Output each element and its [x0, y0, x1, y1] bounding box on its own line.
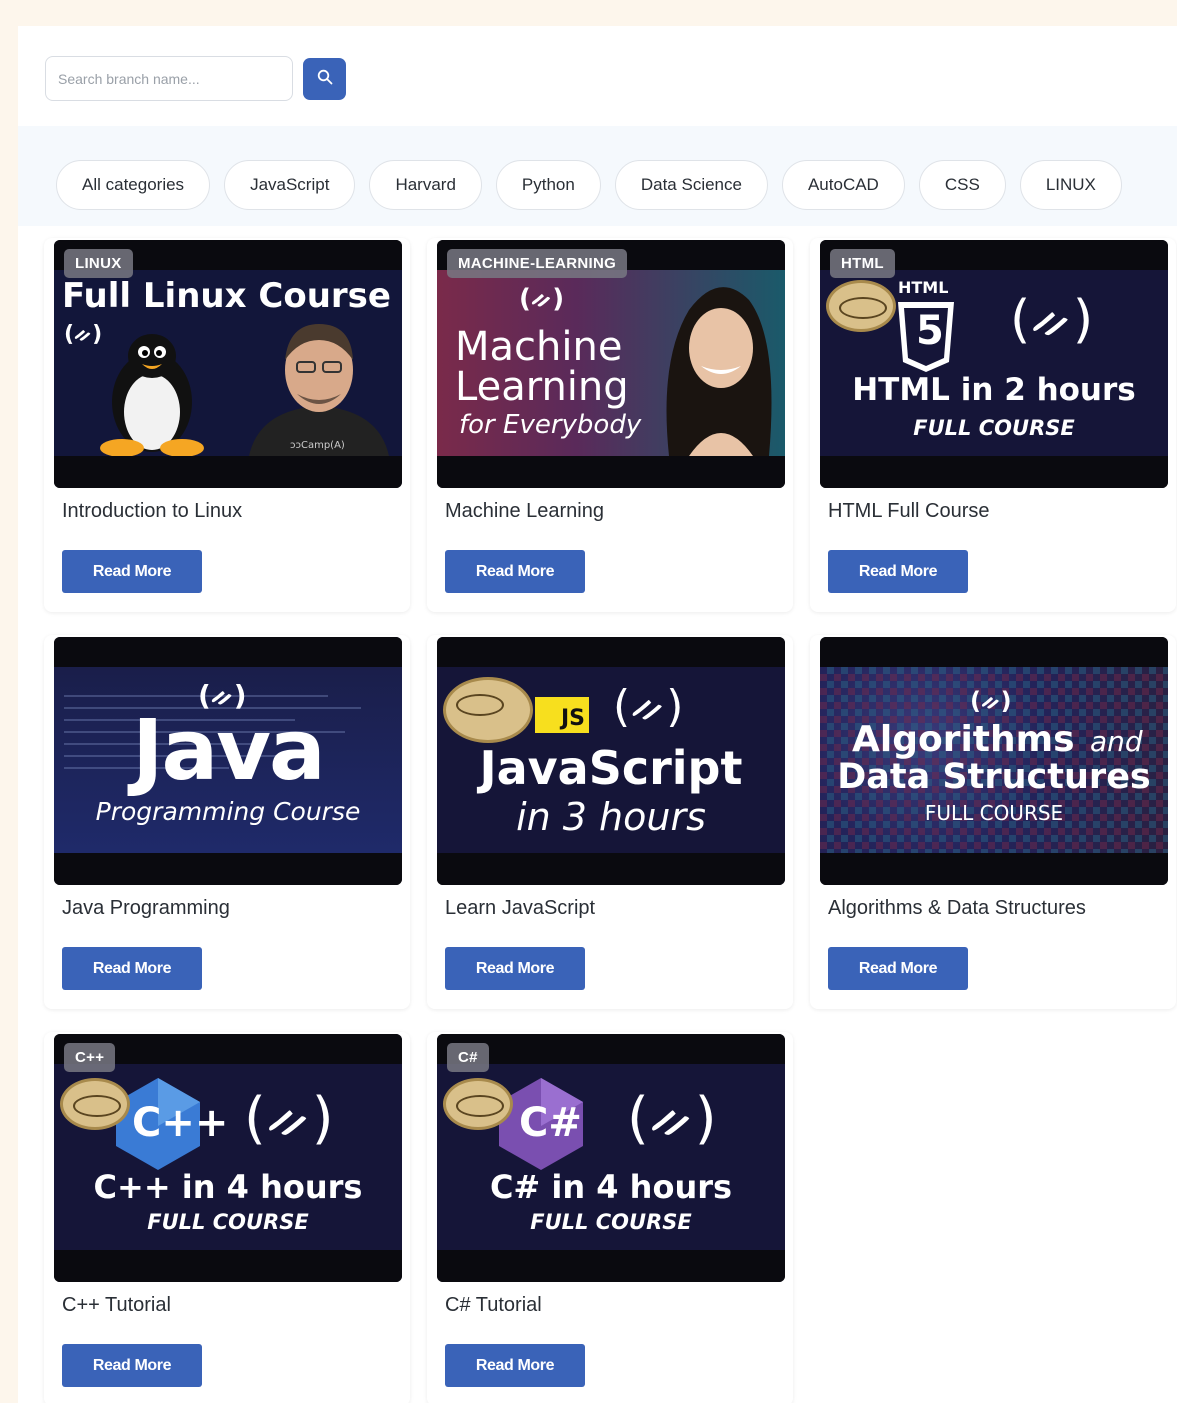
thumb-line-and: and [1090, 725, 1143, 758]
search-button[interactable] [303, 57, 346, 100]
course-title: Learn JavaScript [445, 897, 596, 919]
category-chips: All categories JavaScript Harvard Python… [56, 160, 1122, 210]
penguin-icon [100, 334, 204, 456]
course-thumbnail[interactable]: HTML 5 (ᨀ) HTML in 2 hours FULL COURSE H… [820, 240, 1168, 488]
thumb-subheading: in 3 hours [516, 795, 706, 839]
course-card-csharp: C# (ᨀ) C# in 4 hours FULL COURSE C# C# T… [427, 1032, 793, 1403]
js-logo-text: JS [560, 706, 585, 731]
thumb-line-3: for Everybody [459, 410, 642, 440]
course-title: Machine Learning [445, 500, 604, 522]
course-thumbnail[interactable]: JS (ᨀ) JavaScript in 3 hours [437, 637, 785, 885]
course-title: Java Programming [62, 897, 230, 919]
thumb-logo: (ᨀ) [970, 687, 1012, 715]
million-views-seal-icon [60, 1078, 130, 1130]
read-more-button[interactable]: Read More [828, 947, 968, 990]
course-card-html: HTML 5 (ᨀ) HTML in 2 hours FULL COURSE H… [810, 238, 1176, 612]
category-badge: MACHINE-LEARNING [447, 249, 628, 278]
thumb-subheading: FULL COURSE [913, 416, 1075, 440]
category-badge: LINUX [64, 249, 133, 278]
instructor-photo [666, 287, 772, 456]
category-filter-bar: All categories JavaScript Harvard Python… [18, 126, 1177, 226]
course-thumbnail[interactable]: Full Linux Course (ᨀ) ɔɔCamp(A) LINUX [54, 240, 402, 488]
category-badge: HTML [830, 249, 895, 278]
thumb-heading: Java [132, 701, 325, 799]
thumb-logo: (ᨀ) [244, 1086, 334, 1151]
main-panel: All categories JavaScript Harvard Python… [18, 26, 1177, 1403]
course-card-linux: Full Linux Course (ᨀ) ɔɔCamp(A) LINUX In… [44, 238, 410, 612]
thumb-subheading: FULL COURSE [924, 801, 1064, 825]
search-bar [45, 56, 346, 101]
thumb-logo: (ᨀ) [627, 1086, 717, 1151]
course-title: C++ Tutorial [62, 1294, 171, 1316]
instructor-photo [249, 324, 389, 456]
js-logo-icon: JS [535, 697, 589, 733]
category-badge: C# [447, 1043, 489, 1072]
read-more-button[interactable]: Read More [445, 947, 585, 990]
thumb-tag: HTML [898, 278, 949, 297]
thumb-line-2: Learning [455, 364, 629, 410]
thumb-caption: ɔɔCamp(A) [290, 440, 345, 451]
thumb-subheading: FULL COURSE [147, 1210, 309, 1234]
category-chip-data-science[interactable]: Data Science [614, 160, 768, 210]
category-chip-all[interactable]: All categories [56, 160, 211, 210]
thumb-icon-text: C++ [132, 1100, 229, 1146]
search-input[interactable] [45, 56, 293, 101]
thumb-line-1: Algorithms [852, 719, 1075, 760]
category-chip-python[interactable]: Python [495, 160, 601, 210]
thumb-heading: JavaScript [479, 741, 743, 795]
category-chip-autocad[interactable]: AutoCAD [781, 160, 905, 210]
course-card-cpp: C++ (ᨀ) C++ in 4 hours FULL COURSE C++ C… [44, 1032, 410, 1403]
course-thumbnail[interactable]: (ᨀ) Algorithms and Data Structures FULL … [820, 637, 1168, 885]
course-card-java: (ᨀ) Java Programming Course Java Program… [44, 635, 410, 1009]
million-views-seal-icon [443, 1078, 513, 1130]
course-card-javascript: JS (ᨀ) JavaScript in 3 hours Learn JavaS… [427, 635, 793, 1009]
thumb-logo: (ᨀ) [519, 284, 565, 314]
category-chip-javascript[interactable]: JavaScript [224, 160, 356, 210]
read-more-button[interactable]: Read More [62, 550, 202, 593]
course-title: Algorithms & Data Structures [828, 897, 1086, 919]
million-views-seal-icon [443, 677, 533, 743]
course-thumbnail[interactable]: (ᨀ) Machine Learning for Everybody MACHI… [437, 240, 785, 488]
thumb-heading: HTML in 2 hours [852, 372, 1136, 408]
read-more-button[interactable]: Read More [828, 550, 968, 593]
search-icon [317, 69, 333, 88]
course-card-algorithms: (ᨀ) Algorithms and Data Structures FULL … [810, 635, 1176, 1009]
course-title: HTML Full Course [828, 500, 990, 522]
read-more-button[interactable]: Read More [62, 1344, 202, 1387]
course-title: Introduction to Linux [62, 500, 243, 522]
thumb-shield-number: 5 [916, 308, 944, 354]
thumb-heading: C# in 4 hours [489, 1168, 733, 1206]
read-more-button[interactable]: Read More [445, 550, 585, 593]
thumb-heading: C++ in 4 hours [93, 1168, 363, 1206]
course-title: C# Tutorial [445, 1294, 542, 1316]
category-chip-css[interactable]: CSS [918, 160, 1006, 210]
read-more-button[interactable]: Read More [445, 1344, 585, 1387]
category-chip-harvard[interactable]: Harvard [369, 160, 482, 210]
thumb-logo: (ᨀ) [613, 681, 684, 732]
thumb-subheading: FULL COURSE [530, 1210, 692, 1234]
read-more-button[interactable]: Read More [62, 947, 202, 990]
course-thumbnail[interactable]: C++ (ᨀ) C++ in 4 hours FULL COURSE C++ [54, 1034, 402, 1282]
course-thumbnail[interactable]: (ᨀ) Java Programming Course [54, 637, 402, 885]
thumb-icon-text: C# [519, 1100, 582, 1146]
category-chip-linux[interactable]: LINUX [1019, 160, 1122, 210]
thumb-line-2: Data Structures [837, 757, 1151, 797]
thumb-logo: (ᨀ) [1010, 290, 1094, 350]
category-badge: C++ [64, 1043, 116, 1072]
course-card-machine-learning: (ᨀ) Machine Learning for Everybody MACHI… [427, 238, 793, 612]
course-thumbnail[interactable]: C# (ᨀ) C# in 4 hours FULL COURSE C# [437, 1034, 785, 1282]
million-views-seal-icon [826, 280, 896, 332]
thumb-subheading: Programming Course [95, 797, 361, 826]
